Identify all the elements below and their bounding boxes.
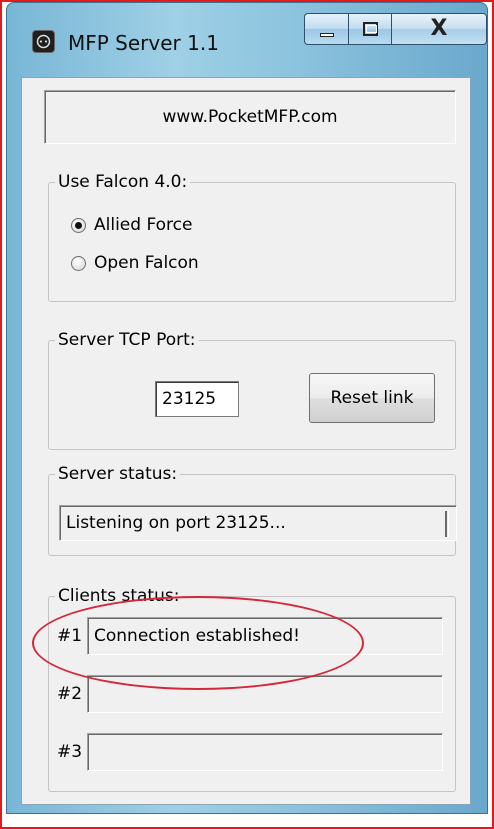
- radio-button-unchecked[interactable]: [71, 255, 86, 271]
- client-number: #2: [57, 684, 83, 704]
- status-field-notch: [445, 511, 449, 537]
- port-group-label: Server TCP Port:: [55, 329, 199, 351]
- port-input[interactable]: [155, 381, 239, 417]
- minimize-button[interactable]: [304, 13, 348, 45]
- close-button[interactable]: X: [391, 13, 487, 45]
- maximize-button[interactable]: [348, 13, 391, 45]
- falcon-group-label: Use Falcon 4.0:: [55, 171, 191, 193]
- radio-button-checked[interactable]: [71, 217, 86, 233]
- clients-status-label: Clients status:: [55, 585, 183, 607]
- radio-allied-force[interactable]: Allied Force: [71, 215, 192, 235]
- port-group: Server TCP Port: Reset link: [48, 329, 456, 450]
- client-status-field: Connection established!: [87, 617, 443, 655]
- clients-status-group: Clients status: #1 Connection establishe…: [48, 585, 456, 792]
- client-status-field: [87, 675, 443, 713]
- client-status-field: [87, 733, 443, 771]
- caption-buttons: X: [304, 13, 487, 47]
- minimize-icon: [320, 33, 334, 37]
- server-status-field: Listening on port 23125...: [59, 505, 457, 541]
- radio-label-allied-force: Allied Force: [94, 215, 193, 235]
- maximize-icon: [363, 22, 378, 36]
- reset-link-button[interactable]: Reset link: [309, 373, 435, 423]
- client-row-1: #1 Connection established!: [57, 617, 443, 655]
- server-status-group: Server status: Listening on port 23125..…: [48, 463, 457, 556]
- close-icon: X: [430, 16, 448, 41]
- radio-open-falcon[interactable]: Open Falcon: [71, 253, 199, 273]
- radio-label-open-falcon: Open Falcon: [94, 253, 199, 273]
- server-status-label: Server status:: [55, 463, 181, 485]
- client-row-2: #2: [57, 675, 443, 713]
- client-number: #1: [57, 626, 83, 646]
- client-status-text: Connection established!: [94, 626, 300, 646]
- window-title: MFP Server 1.1: [68, 31, 219, 55]
- url-box: www.PocketMFP.com: [44, 90, 456, 144]
- mfp-app-icon[interactable]: [32, 30, 55, 53]
- falcon-group: Use Falcon 4.0: Allied Force Open Falcon: [48, 171, 456, 302]
- client-area: www.PocketMFP.com Use Falcon 4.0: Allied…: [21, 77, 471, 805]
- app-window: MFP Server 1.1 X www.PocketMFP.com Use F…: [6, 2, 488, 814]
- url-text: www.PocketMFP.com: [162, 107, 338, 127]
- client-number: #3: [57, 742, 83, 762]
- client-row-3: #3: [57, 733, 443, 771]
- server-status-text: Listening on port 23125...: [66, 513, 286, 533]
- title-bar[interactable]: MFP Server 1.1 X: [7, 3, 487, 77]
